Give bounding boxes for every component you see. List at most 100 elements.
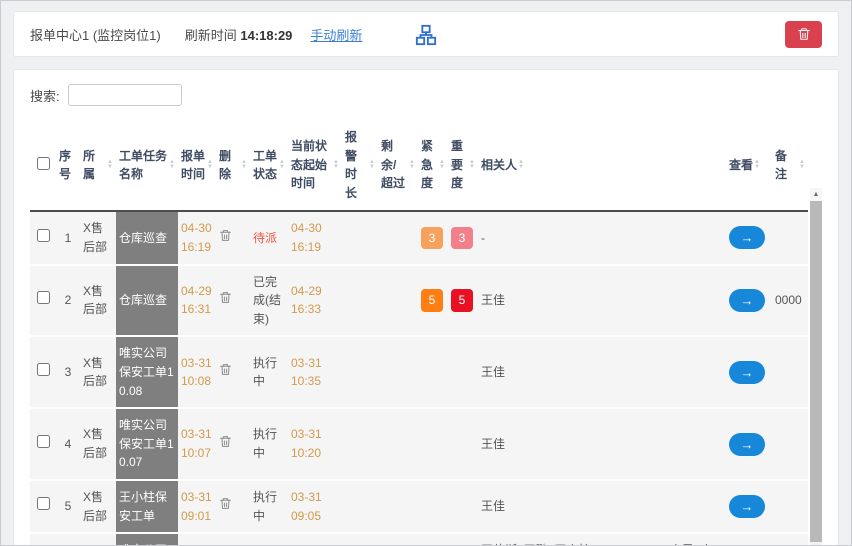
table-row: 1X售后部仓库巡查04-30 16:19待派04-30 16:1933-→ — [30, 211, 808, 264]
view-button[interactable]: → — [729, 433, 765, 456]
view-button[interactable]: → — [729, 226, 765, 249]
cell-importance — [448, 533, 478, 546]
sort-icon[interactable]: ▲▼ — [333, 160, 339, 170]
status-text: 执行中 — [253, 356, 277, 389]
cell-select — [30, 211, 56, 264]
row-checkbox[interactable] — [37, 435, 50, 448]
manual-refresh-link[interactable]: 手动刷新 — [310, 25, 362, 44]
select-all-checkbox[interactable] — [37, 157, 50, 170]
urgency-badge: 5 — [421, 289, 443, 312]
delete-icon[interactable] — [219, 435, 232, 454]
refresh-time-value: 14:18:29 — [240, 28, 292, 43]
cell-del — [216, 408, 250, 480]
table-row: 3X售后部唯实公司保安工单10.0803-31 10:08执行中03-31 10… — [30, 336, 808, 408]
delete-icon[interactable] — [219, 363, 232, 382]
col-header-remark[interactable]: 备注▲▼ — [772, 120, 808, 211]
col-header-del[interactable]: 删除▲▼ — [216, 120, 250, 211]
delete-button[interactable] — [785, 21, 822, 48]
cell-status_start: 03-31 10:20 — [288, 408, 342, 480]
col-header-view[interactable]: 查看▲▼ — [726, 120, 772, 211]
cell-alarm — [342, 480, 378, 533]
scroll-up-icon[interactable]: ▲ — [810, 188, 822, 201]
cell-dept: X售后部 — [80, 336, 116, 408]
cell-status_start: 04-29 16:33 — [288, 265, 342, 337]
sort-icon[interactable]: ▲▼ — [799, 160, 805, 170]
cell-remark — [772, 408, 808, 480]
search-label: 搜索: — [30, 86, 60, 105]
delete-icon[interactable] — [219, 497, 232, 516]
refresh-time-label: 刷新时间 — [185, 28, 237, 43]
table: 序号所属▲▼工单任务名称▲▼报单时间▲▼删除▲▼工单状态▲▼当前状态起始时间▲▼… — [30, 120, 808, 546]
cell-task: 仓库巡查 — [116, 211, 178, 264]
cell-related: 王佳 — [478, 265, 726, 337]
table-row: 5X售后部王小柱保安工单03-31 09:01执行中03-31 09:05王佳→ — [30, 480, 808, 533]
urgency-badge: 3 — [421, 227, 443, 250]
cell-seq: 6 — [56, 533, 80, 546]
cell-urgency — [418, 533, 448, 546]
search-input[interactable] — [68, 84, 182, 106]
sort-icon[interactable]: ▲▼ — [241, 160, 247, 170]
delete-icon[interactable] — [219, 229, 232, 248]
view-button[interactable]: → — [729, 361, 765, 384]
sort-icon[interactable]: ▲▼ — [207, 160, 213, 170]
cell-importance — [448, 336, 478, 408]
cell-importance — [448, 480, 478, 533]
cell-status: 待接受 — [250, 533, 288, 546]
cell-view: → — [726, 211, 772, 264]
cell-overtime — [378, 265, 418, 337]
sort-icon[interactable]: ▲▼ — [439, 160, 445, 170]
col-header-overtime[interactable]: 剩余/超过▲▼ — [378, 120, 418, 211]
cell-task: 仓库巡查 — [116, 265, 178, 337]
sort-icon[interactable]: ▲▼ — [279, 160, 285, 170]
cell-remark — [772, 211, 808, 264]
row-checkbox[interactable] — [37, 363, 50, 376]
sort-icon[interactable]: ▲▼ — [469, 160, 475, 170]
sitemap-icon[interactable] — [415, 24, 437, 51]
row-checkbox[interactable] — [37, 497, 50, 510]
cell-report_time: 03-31 10:08 — [178, 336, 216, 408]
col-header-related[interactable]: 相关人▲▼ — [478, 120, 726, 211]
view-button[interactable]: → — [729, 289, 765, 312]
cell-related: 王佳 — [478, 336, 726, 408]
sort-icon[interactable]: ▲▼ — [518, 160, 524, 170]
col-header-dept[interactable]: 所属▲▼ — [80, 120, 116, 211]
col-header-report_time[interactable]: 报单时间▲▼ — [178, 120, 216, 211]
sort-icon[interactable]: ▲▼ — [409, 160, 415, 170]
view-button[interactable]: → — [729, 495, 765, 518]
col-header-importance[interactable]: 重要度▲▼ — [448, 120, 478, 211]
search-bar: 搜索: — [30, 84, 822, 106]
delete-icon[interactable] — [219, 291, 232, 310]
cell-status_start: 03-31 10:35 — [288, 336, 342, 408]
col-header-alarm[interactable]: 报警时长▲▼ — [342, 120, 378, 211]
col-label: 删除 — [219, 147, 240, 184]
scrollbar-thumb[interactable] — [810, 201, 822, 542]
cell-report_time: 03-31 08:54 — [178, 533, 216, 546]
cell-overtime — [378, 336, 418, 408]
col-label: 所属 — [83, 147, 106, 184]
sort-icon[interactable]: ▲▼ — [369, 160, 375, 170]
cell-dept: X售后部 — [80, 265, 116, 337]
cell-select — [30, 533, 56, 546]
col-header-status_start[interactable]: 当前状态起始时间▲▼ — [288, 120, 342, 211]
col-label: 序号 — [59, 147, 77, 184]
cell-report_time: 03-31 09:01 — [178, 480, 216, 533]
sort-icon[interactable]: ▲▼ — [107, 160, 113, 170]
status-text: 待派 — [253, 231, 277, 245]
cell-del — [216, 265, 250, 337]
col-header-status[interactable]: 工单状态▲▼ — [250, 120, 288, 211]
row-checkbox[interactable] — [37, 291, 50, 304]
col-header-task[interactable]: 工单任务名称▲▼ — [116, 120, 178, 211]
cell-related: 王佳 — [478, 408, 726, 480]
table-scrollbar[interactable]: ▲ — [810, 188, 822, 546]
cell-seq: 1 — [56, 211, 80, 264]
col-label: 当前状态起始时间 — [291, 137, 332, 193]
col-header-urgency[interactable]: 紧急度▲▼ — [418, 120, 448, 211]
cell-status_start: 03-31 09:05 — [288, 480, 342, 533]
sort-icon[interactable]: ▲▼ — [754, 160, 760, 170]
cell-select — [30, 265, 56, 337]
cell-overtime — [378, 211, 418, 264]
sort-icon[interactable]: ▲▼ — [169, 160, 175, 170]
row-checkbox[interactable] — [37, 229, 50, 242]
col-label: 剩余/超过 — [381, 137, 408, 193]
cell-view: → — [726, 408, 772, 480]
